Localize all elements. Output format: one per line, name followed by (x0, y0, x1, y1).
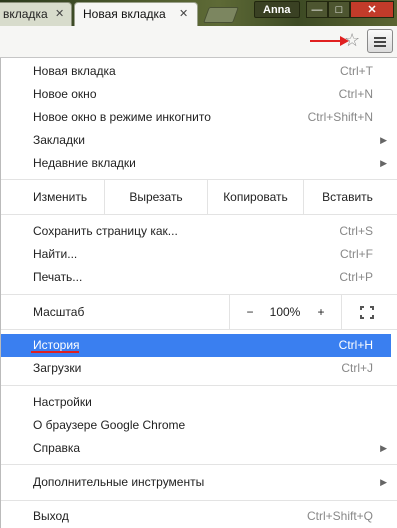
fullscreen-icon-corner (370, 315, 374, 319)
cut-button[interactable]: Вырезать (104, 180, 207, 214)
divider (1, 214, 397, 215)
menu-item-shortcut: Ctrl+S (339, 224, 373, 238)
zoom-level: 100% (269, 305, 301, 319)
annotation-underline (31, 351, 79, 353)
title-bar: вкладка ✕ Новая вкладка ✕ Anna — □ ✕ (0, 0, 397, 26)
divider (1, 329, 397, 330)
menu-item-shortcut: Ctrl+F (340, 247, 373, 261)
submenu-arrow-icon: ▶ (380, 158, 387, 168)
menu-item-help[interactable]: Справка ▶ (1, 437, 391, 460)
menu-item-more-tools[interactable]: Дополнительные инструменты ▶ (1, 471, 391, 494)
new-tab-button[interactable] (203, 7, 239, 23)
fullscreen-icon-corner (360, 315, 364, 319)
hamburger-icon (374, 37, 386, 39)
menu-item-save-page[interactable]: Сохранить страницу как... Ctrl+S (1, 220, 391, 243)
menu-item-label: Печать... (33, 270, 83, 284)
tab-label: вкладка (3, 7, 48, 21)
menu-item-about-chrome[interactable]: О браузере Google Chrome (1, 414, 391, 437)
menu-item-downloads[interactable]: Загрузки Ctrl+J (1, 357, 391, 380)
menu-item-new-window[interactable]: Новое окно Ctrl+N (1, 83, 391, 106)
menu-item-shortcut: Ctrl+J (341, 361, 373, 375)
menu-item-print[interactable]: Печать... Ctrl+P (1, 266, 391, 289)
menu-item-incognito[interactable]: Новое окно в режиме инкогнито Ctrl+Shift… (1, 106, 391, 129)
close-tab-icon[interactable]: ✕ (55, 3, 64, 25)
toolbar: ☆ (0, 26, 397, 58)
menu-item-shortcut: Ctrl+Shift+Q (306, 509, 373, 523)
menu-item-shortcut: Ctrl+Shift+N (307, 110, 373, 124)
divider (229, 295, 230, 329)
menu-item-shortcut: Ctrl+P (339, 270, 373, 284)
menu-item-label: Закладки (33, 133, 85, 147)
divider (1, 464, 397, 465)
menu-item-label: Загрузки (33, 361, 82, 375)
zoom-in-button[interactable]: + (305, 295, 337, 329)
divider (1, 385, 397, 386)
menu-item-settings[interactable]: Настройки (1, 391, 391, 414)
copy-button[interactable]: Копировать (207, 180, 303, 214)
tab-inactive[interactable]: вкладка ✕ (0, 2, 72, 26)
menu-item-find[interactable]: Найти... Ctrl+F (1, 243, 391, 266)
menu-item-history[interactable]: История Ctrl+H (1, 334, 391, 357)
hamburger-icon-bar (374, 45, 386, 47)
chrome-menu: Новая вкладка Ctrl+T Новое окно Ctrl+N Н… (0, 58, 397, 528)
menu-item-new-tab[interactable]: Новая вкладка Ctrl+T (1, 60, 391, 83)
menu-item-label: Новая вкладка (33, 64, 116, 78)
menu-item-label: Недавние вкладки (33, 156, 136, 170)
menu-item-label: Справка (33, 441, 81, 455)
fullscreen-icon[interactable] (360, 306, 374, 319)
hamburger-icon-bar (374, 41, 386, 43)
submenu-arrow-icon: ▶ (380, 135, 387, 145)
divider (341, 295, 342, 329)
zoom-row: Масштаб − 100% + (1, 295, 391, 329)
menu-item-label: Новое окно (33, 87, 97, 101)
profile-button[interactable]: Anna (254, 1, 300, 18)
close-window-button[interactable]: ✕ (350, 1, 394, 18)
divider (1, 500, 397, 501)
zoom-label: Масштаб (33, 305, 85, 319)
tab-active[interactable]: Новая вкладка ✕ (74, 2, 198, 26)
tab-label: Новая вкладка (83, 7, 166, 21)
menu-item-recent-tabs[interactable]: Недавние вкладки ▶ (1, 152, 391, 175)
menu-item-label: Сохранить страницу как... (33, 224, 178, 238)
edit-row: Изменить Вырезать Копировать Вставить (1, 180, 391, 214)
menu-item-bookmarks[interactable]: Закладки ▶ (1, 129, 391, 152)
menu-item-shortcut: Ctrl+H (338, 338, 373, 352)
edit-label: Изменить (33, 190, 88, 204)
menu-item-label: История (33, 338, 80, 352)
menu-item-label: Настройки (33, 395, 92, 409)
chrome-menu-button[interactable] (367, 29, 393, 53)
menu-item-label: Новое окно в режиме инкогнито (33, 110, 211, 124)
menu-item-label: Найти... (33, 247, 78, 261)
minimize-button[interactable]: — (306, 1, 328, 18)
paste-button[interactable]: Вставить (303, 180, 391, 214)
menu-item-shortcut: Ctrl+N (338, 87, 373, 101)
menu-item-label: О браузере Google Chrome (33, 418, 186, 432)
fullscreen-icon-corner (360, 306, 364, 310)
maximize-button[interactable]: □ (328, 1, 350, 18)
close-tab-icon[interactable]: ✕ (179, 3, 188, 25)
menu-item-shortcut: Ctrl+T (340, 64, 373, 78)
submenu-arrow-icon: ▶ (380, 477, 387, 487)
menu-item-exit[interactable]: Выход Ctrl+Shift+Q (1, 505, 391, 528)
fullscreen-icon-corner (370, 306, 374, 310)
star-icon[interactable]: ☆ (344, 31, 360, 49)
submenu-arrow-icon: ▶ (380, 443, 387, 453)
menu-item-label: Дополнительные инструменты (33, 475, 205, 489)
zoom-out-button[interactable]: − (233, 295, 267, 329)
menu-item-label: Выход (33, 509, 69, 523)
